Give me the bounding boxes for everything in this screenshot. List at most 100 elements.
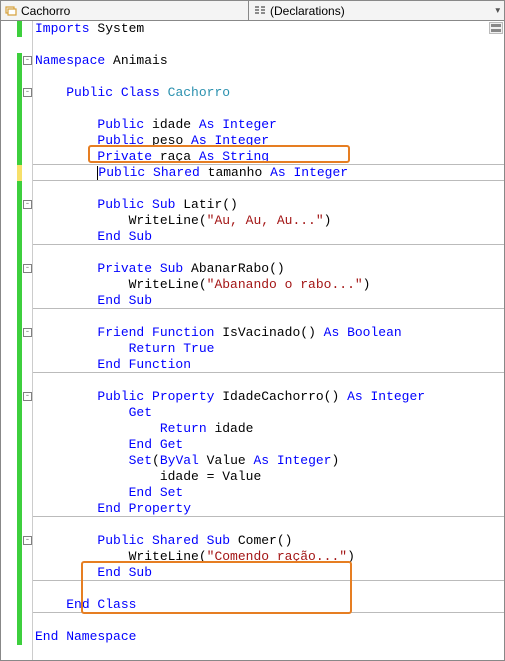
change-saved-marker bbox=[17, 357, 22, 373]
code-line[interactable]: Public Property IdadeCachorro() As Integ… bbox=[33, 389, 504, 405]
gutter-row: - bbox=[1, 197, 32, 213]
code-token: Public bbox=[97, 117, 144, 132]
change-saved-marker bbox=[17, 373, 22, 389]
code-line[interactable]: Namespace Animais bbox=[33, 53, 504, 69]
code-token: IsVacinado() bbox=[214, 325, 323, 340]
change-saved-marker bbox=[17, 245, 22, 261]
change-saved-marker bbox=[17, 405, 22, 421]
scope-dropdown[interactable]: (Declarations) ▾ bbox=[249, 1, 504, 20]
gutter-row bbox=[1, 549, 32, 565]
code-line[interactable]: WriteLine("Comendo ração...") bbox=[33, 549, 504, 565]
code-line[interactable] bbox=[33, 517, 504, 533]
outline-collapse-toggle[interactable]: - bbox=[23, 88, 32, 97]
code-token: End Sub bbox=[97, 293, 152, 308]
code-token: Public Sub bbox=[97, 197, 175, 212]
code-line[interactable]: End Sub bbox=[33, 293, 504, 309]
code-token: idade bbox=[207, 421, 254, 436]
code-token: AbanarRabo() bbox=[183, 261, 284, 276]
code-line[interactable]: End Sub bbox=[33, 229, 504, 245]
code-line[interactable]: End Sub bbox=[33, 565, 504, 581]
change-saved-marker bbox=[17, 421, 22, 437]
code-line[interactable]: Public idade As Integer bbox=[33, 117, 504, 133]
gutter-row bbox=[1, 613, 32, 629]
code-line[interactable]: Private Sub AbanarRabo() bbox=[33, 261, 504, 277]
code-line[interactable]: Public Shared Sub Comer() bbox=[33, 533, 504, 549]
code-line[interactable] bbox=[33, 613, 504, 629]
outline-collapse-toggle[interactable]: - bbox=[23, 56, 32, 65]
code-line[interactable] bbox=[33, 581, 504, 597]
code-line[interactable]: Get bbox=[33, 405, 504, 421]
outline-collapse-toggle[interactable]: - bbox=[23, 536, 32, 545]
code-line[interactable]: End Class bbox=[33, 597, 504, 613]
navigation-bar: Cachorro ▾ (Declarations) ▾ bbox=[1, 1, 504, 21]
code-token: idade bbox=[144, 117, 199, 132]
code-token bbox=[160, 85, 168, 100]
code-line[interactable]: End Namespace bbox=[33, 629, 504, 645]
code-token: Cachorro bbox=[168, 85, 230, 100]
code-line[interactable]: End Get bbox=[33, 437, 504, 453]
code-token: As Integer bbox=[191, 133, 269, 148]
code-line[interactable]: End Set bbox=[33, 485, 504, 501]
code-editor[interactable]: - - - - - - - Imports System Namespace Animais … bbox=[1, 21, 504, 660]
change-saved-marker bbox=[17, 389, 22, 405]
gutter-row bbox=[1, 421, 32, 437]
code-token: End Function bbox=[97, 357, 191, 372]
code-line[interactable]: WriteLine("Au, Au, Au...") bbox=[33, 213, 504, 229]
gutter-row: - bbox=[1, 389, 32, 405]
code-line[interactable]: Return idade bbox=[33, 421, 504, 437]
change-saved-marker bbox=[17, 597, 22, 613]
code-line[interactable]: End Property bbox=[33, 501, 504, 517]
code-token: ) bbox=[347, 549, 355, 564]
gutter-row bbox=[1, 117, 32, 133]
code-token: Return bbox=[160, 421, 207, 436]
code-token: Public Class bbox=[66, 85, 160, 100]
gutter-row: - bbox=[1, 533, 32, 549]
code-token: "Abanando o rabo..." bbox=[207, 277, 363, 292]
code-line[interactable]: Public peso As Integer bbox=[33, 133, 504, 149]
code-line[interactable]: Public Class Cachorro bbox=[33, 85, 504, 101]
code-line[interactable]: idade = Value bbox=[33, 469, 504, 485]
code-token: peso bbox=[144, 133, 191, 148]
outline-collapse-toggle[interactable]: - bbox=[23, 392, 32, 401]
outline-collapse-toggle[interactable]: - bbox=[23, 264, 32, 273]
code-line[interactable]: Private raça As String bbox=[33, 149, 504, 165]
gutter-row bbox=[1, 341, 32, 357]
code-token: End Set bbox=[129, 485, 184, 500]
code-line[interactable] bbox=[33, 101, 504, 117]
gutter-row bbox=[1, 581, 32, 597]
code-token: Public bbox=[97, 133, 144, 148]
code-token: Latir() bbox=[175, 197, 237, 212]
gutter-row bbox=[1, 437, 32, 453]
change-saved-marker bbox=[17, 549, 22, 565]
change-saved-marker bbox=[17, 293, 22, 309]
code-line[interactable]: End Function bbox=[33, 357, 504, 373]
code-line[interactable] bbox=[33, 373, 504, 389]
code-line[interactable]: Imports System bbox=[33, 21, 504, 37]
code-line[interactable]: Friend Function IsVacinado() As Boolean bbox=[33, 325, 504, 341]
gutter-row: - bbox=[1, 53, 32, 69]
change-saved-marker bbox=[17, 533, 22, 549]
code-line[interactable]: Public Sub Latir() bbox=[33, 197, 504, 213]
code-token: raça bbox=[152, 149, 199, 164]
code-line[interactable] bbox=[33, 37, 504, 53]
code-line[interactable]: Set(ByVal Value As Integer) bbox=[33, 453, 504, 469]
outline-collapse-toggle[interactable]: - bbox=[23, 328, 32, 337]
class-dropdown[interactable]: Cachorro ▾ bbox=[1, 1, 249, 20]
code-area[interactable]: Imports System Namespace Animais Public C… bbox=[33, 21, 504, 660]
change-saved-marker bbox=[17, 437, 22, 453]
code-token: Public Shared bbox=[98, 165, 199, 180]
change-saved-marker bbox=[17, 69, 22, 85]
change-saved-marker bbox=[17, 629, 22, 645]
code-line[interactable] bbox=[33, 309, 504, 325]
code-line[interactable] bbox=[33, 69, 504, 85]
change-saved-marker bbox=[17, 341, 22, 357]
code-line[interactable]: Public Shared tamanho As Integer bbox=[33, 165, 504, 181]
code-line[interactable] bbox=[33, 181, 504, 197]
change-saved-marker bbox=[17, 149, 22, 165]
code-line[interactable]: WriteLine("Abanando o rabo...") bbox=[33, 277, 504, 293]
code-line[interactable]: Return True bbox=[33, 341, 504, 357]
outline-collapse-toggle[interactable]: - bbox=[23, 200, 32, 209]
code-token: Return True bbox=[129, 341, 215, 356]
code-line[interactable] bbox=[33, 245, 504, 261]
gutter-row bbox=[1, 469, 32, 485]
